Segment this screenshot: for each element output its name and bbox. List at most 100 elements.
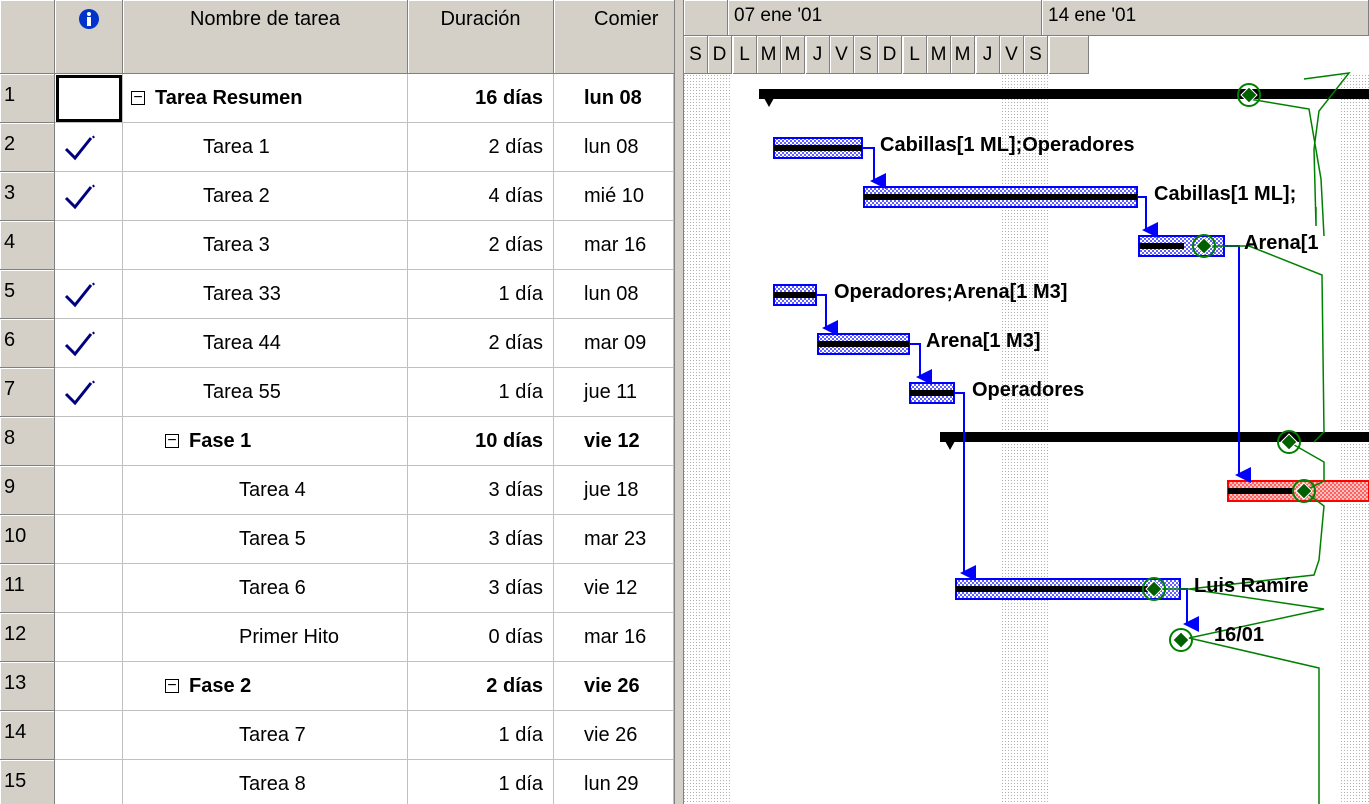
- start-cell[interactable]: vie 12: [554, 564, 674, 613]
- indicator-cell[interactable]: [55, 515, 123, 564]
- table-row[interactable]: 4 Tarea 3 2 días mar 16: [0, 221, 680, 270]
- indicator-cell[interactable]: [55, 613, 123, 662]
- indicator-cell[interactable]: [55, 711, 123, 760]
- duration-cell[interactable]: 2 días: [408, 662, 554, 711]
- duration-cell[interactable]: 3 días: [408, 515, 554, 564]
- duration-cell[interactable]: 10 días: [408, 417, 554, 466]
- task-name-cell[interactable]: Tarea 33: [123, 270, 408, 319]
- indicator-cell[interactable]: [55, 74, 123, 123]
- task-name-cell[interactable]: − Fase 1: [123, 417, 408, 466]
- start-cell[interactable]: vie 12: [554, 417, 674, 466]
- start-cell[interactable]: jue 18: [554, 466, 674, 515]
- row-id[interactable]: 9: [0, 466, 55, 515]
- row-id[interactable]: 2: [0, 123, 55, 172]
- start-cell[interactable]: vie 26: [554, 662, 674, 711]
- task-name-cell[interactable]: − Tarea Resumen: [123, 74, 408, 123]
- duration-cell[interactable]: 1 día: [408, 760, 554, 804]
- task-name-cell[interactable]: − Fase 2: [123, 662, 408, 711]
- duration-cell[interactable]: 1 día: [408, 368, 554, 417]
- table-row[interactable]: 5 Tarea 33 1 día lun 08: [0, 270, 680, 319]
- table-row[interactable]: 2 Tarea 1 2 días lun 08: [0, 123, 680, 172]
- row-id[interactable]: 11: [0, 564, 55, 613]
- row-id[interactable]: 1: [0, 74, 55, 123]
- task-name-cell[interactable]: Primer Hito: [123, 613, 408, 662]
- task-name-cell[interactable]: Tarea 1: [123, 123, 408, 172]
- table-row[interactable]: 12 Primer Hito 0 días mar 16: [0, 613, 680, 662]
- indicator-cell[interactable]: [55, 221, 123, 270]
- row-id[interactable]: 13: [0, 662, 55, 711]
- start-cell[interactable]: jue 11: [554, 368, 674, 417]
- indicator-cell[interactable]: [55, 368, 123, 417]
- indicator-cell[interactable]: [55, 466, 123, 515]
- row-id[interactable]: 4: [0, 221, 55, 270]
- start-cell[interactable]: lun 08: [554, 123, 674, 172]
- row-id[interactable]: 15: [0, 760, 55, 804]
- start-cell[interactable]: mié 10: [554, 172, 674, 221]
- task-name-header[interactable]: Nombre de tarea: [123, 0, 408, 74]
- task-name-cell[interactable]: Tarea 2: [123, 172, 408, 221]
- indicator-cell[interactable]: [55, 172, 123, 221]
- collapse-icon[interactable]: −: [165, 433, 179, 449]
- duration-cell[interactable]: 0 días: [408, 613, 554, 662]
- duration-cell[interactable]: 2 días: [408, 319, 554, 368]
- duration-cell[interactable]: 3 días: [408, 564, 554, 613]
- table-row[interactable]: 6 Tarea 44 2 días mar 09: [0, 319, 680, 368]
- row-id[interactable]: 10: [0, 515, 55, 564]
- collapse-icon[interactable]: −: [131, 90, 145, 106]
- start-cell[interactable]: vie 26: [554, 711, 674, 760]
- table-row[interactable]: 11 Tarea 6 3 días vie 12: [0, 564, 680, 613]
- task-name-cell[interactable]: Tarea 4: [123, 466, 408, 515]
- duration-cell[interactable]: 4 días: [408, 172, 554, 221]
- start-cell[interactable]: mar 23: [554, 515, 674, 564]
- duration-cell[interactable]: 2 días: [408, 221, 554, 270]
- task-name-cell[interactable]: Tarea 8: [123, 760, 408, 804]
- start-header[interactable]: Comier: [554, 0, 680, 74]
- row-id[interactable]: 12: [0, 613, 55, 662]
- table-row[interactable]: 8 − Fase 1 10 días vie 12: [0, 417, 680, 466]
- duration-cell[interactable]: 2 días: [408, 123, 554, 172]
- task-name-text: Tarea 7: [239, 723, 306, 746]
- indicators-header[interactable]: [55, 0, 123, 74]
- start-cell[interactable]: lun 08: [554, 270, 674, 319]
- task-name-cell[interactable]: Tarea 44: [123, 319, 408, 368]
- row-id[interactable]: 3: [0, 172, 55, 221]
- collapse-icon[interactable]: −: [165, 678, 179, 694]
- select-all-corner[interactable]: [0, 0, 55, 74]
- duration-cell[interactable]: 16 días: [408, 74, 554, 123]
- row-id[interactable]: 14: [0, 711, 55, 760]
- duration-header[interactable]: Duración: [408, 0, 554, 74]
- task-name-cell[interactable]: Tarea 7: [123, 711, 408, 760]
- table-row[interactable]: 13 − Fase 22 días vie 26: [0, 662, 680, 711]
- indicator-cell[interactable]: [55, 760, 123, 804]
- table-row[interactable]: 3 Tarea 2 4 días mié 10: [0, 172, 680, 221]
- table-row[interactable]: 7 Tarea 55 1 día jue 11: [0, 368, 680, 417]
- table-row[interactable]: 1 − Tarea Resumen 16 días lun 08: [0, 74, 680, 123]
- table-row[interactable]: 15 Tarea 8 1 día lun 29: [0, 760, 680, 804]
- start-cell[interactable]: lun 29: [554, 760, 674, 804]
- indicator-cell[interactable]: [55, 662, 123, 711]
- indicator-cell[interactable]: [55, 564, 123, 613]
- table-row[interactable]: 14 Tarea 7 1 día vie 26: [0, 711, 680, 760]
- row-id[interactable]: 6: [0, 319, 55, 368]
- indicator-cell[interactable]: [55, 319, 123, 368]
- start-cell[interactable]: lun 08: [554, 74, 674, 123]
- duration-cell[interactable]: 1 día: [408, 270, 554, 319]
- start-cell[interactable]: mar 16: [554, 613, 674, 662]
- indicator-cell[interactable]: [55, 270, 123, 319]
- row-id[interactable]: 8: [0, 417, 55, 466]
- view-splitter[interactable]: [674, 0, 684, 804]
- start-cell[interactable]: mar 09: [554, 319, 674, 368]
- task-name-cell[interactable]: Tarea 6: [123, 564, 408, 613]
- duration-cell[interactable]: 1 día: [408, 711, 554, 760]
- task-name-cell[interactable]: Tarea 3: [123, 221, 408, 270]
- indicator-cell[interactable]: [55, 123, 123, 172]
- indicator-cell[interactable]: [55, 417, 123, 466]
- row-id[interactable]: 7: [0, 368, 55, 417]
- task-name-cell[interactable]: Tarea 55: [123, 368, 408, 417]
- table-row[interactable]: 10 Tarea 5 3 días mar 23: [0, 515, 680, 564]
- table-row[interactable]: 9 Tarea 4 3 días jue 18: [0, 466, 680, 515]
- start-cell[interactable]: mar 16: [554, 221, 674, 270]
- duration-cell[interactable]: 3 días: [408, 466, 554, 515]
- row-id[interactable]: 5: [0, 270, 55, 319]
- task-name-cell[interactable]: Tarea 5: [123, 515, 408, 564]
